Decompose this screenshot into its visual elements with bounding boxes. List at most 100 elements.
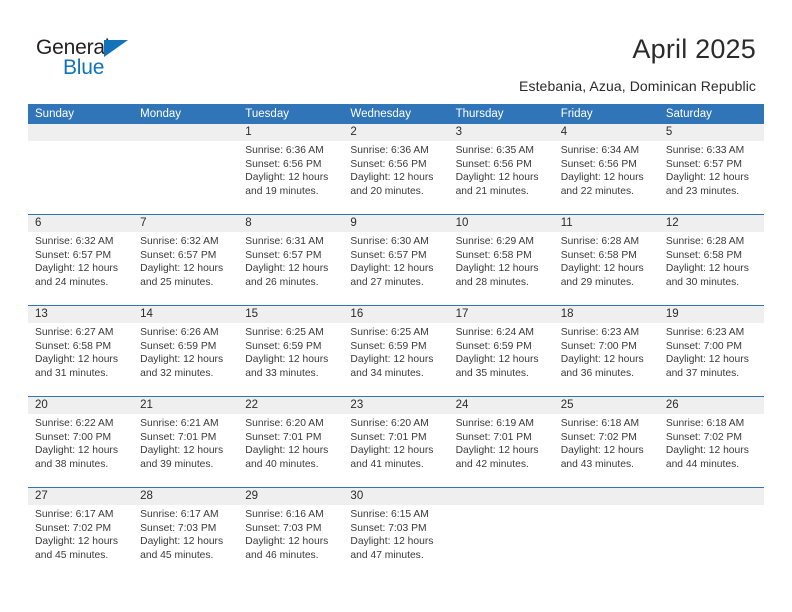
day-cell[interactable]: Sunrise: 6:34 AM Sunset: 6:56 PM Daylight:… [554,141,659,214]
day-cell[interactable]: Sunrise: 6:33 AM Sunset: 6:57 PM Daylight:… [659,141,764,214]
logo-word-blue: Blue [63,56,105,79]
day-number-empty [554,488,659,505]
day-cell[interactable]: Sunrise: 6:18 AM Sunset: 7:02 PM Daylight:… [554,414,659,487]
day-cell[interactable]: Sunrise: 6:36 AM Sunset: 6:56 PM Daylight:… [238,141,343,214]
day-number[interactable]: 16 [343,306,448,323]
day-number[interactable]: 28 [133,488,238,505]
day-number[interactable]: 7 [133,215,238,232]
day-cell[interactable]: Sunrise: 6:28 AM Sunset: 6:58 PM Daylight:… [659,232,764,305]
day-info-line: Daylight: 12 hours [35,354,118,366]
day-cell[interactable]: Sunrise: 6:22 AM Sunset: 7:00 PM Daylight:… [28,414,133,487]
day-number[interactable]: 4 [554,124,659,141]
weekday-header-sunday: Sunday [35,108,75,120]
day-number[interactable]: 11 [554,215,659,232]
day-info-line: and 28 minutes. [455,276,529,288]
day-cell[interactable]: Sunrise: 6:21 AM Sunset: 7:01 PM Daylight:… [133,414,238,487]
day-number[interactable]: 18 [554,306,659,323]
day-info-line: and 39 minutes. [140,458,214,470]
day-cell[interactable]: Sunrise: 6:30 AM Sunset: 6:57 PM Daylight:… [343,232,448,305]
day-number[interactable]: 17 [449,306,554,323]
day-number[interactable]: 23 [343,397,448,414]
day-number[interactable]: 2 [343,124,448,141]
day-info-line: and 42 minutes. [455,458,529,470]
day-cell[interactable]: Sunrise: 6:25 AM Sunset: 6:59 PM Daylight:… [343,323,448,396]
day-cell[interactable]: Sunrise: 6:29 AM Sunset: 6:58 PM Daylight:… [449,232,554,305]
day-cell[interactable]: Sunrise: 6:20 AM Sunset: 7:01 PM Daylight:… [343,414,448,487]
day-number[interactable]: 5 [659,124,764,141]
day-info-line: Sunset: 6:57 PM [245,249,322,261]
day-number[interactable]: 13 [28,306,133,323]
day-number[interactable]: 8 [238,215,343,232]
day-info-line: and 24 minutes. [35,276,109,288]
day-info-line: Daylight: 12 hours [665,445,749,457]
day-info-line: Daylight: 12 hours [350,172,434,184]
day-number[interactable]: 20 [28,397,133,414]
day-info-line: and 25 minutes. [140,276,214,288]
day-info-line: and 30 minutes. [665,276,740,288]
day-info-line: and 43 minutes. [560,458,634,470]
day-info-line: Sunset: 7:00 PM [35,431,112,443]
day-number[interactable]: 14 [133,306,238,323]
day-number[interactable]: 10 [449,215,554,232]
day-info-line: Sunset: 6:56 PM [245,158,322,170]
day-number[interactable]: 15 [238,306,343,323]
day-cell[interactable]: Sunrise: 6:23 AM Sunset: 7:00 PM Daylight:… [659,323,764,396]
day-cell[interactable]: Sunrise: 6:25 AM Sunset: 6:59 PM Daylight:… [238,323,343,396]
day-info-line: and 21 minutes. [455,185,529,197]
day-info-line: Sunset: 7:02 PM [35,522,112,534]
day-number[interactable]: 6 [28,215,133,232]
day-cell[interactable]: Sunrise: 6:36 AM Sunset: 6:56 PM Daylight:… [343,141,448,214]
day-info-line: Sunset: 7:01 PM [245,431,322,443]
day-cell[interactable]: Sunrise: 6:23 AM Sunset: 7:00 PM Daylight:… [554,323,659,396]
page-title: April 2025 [632,34,756,64]
day-info-line: Sunrise: 6:21 AM [140,418,219,429]
day-number[interactable]: 30 [343,488,448,505]
day-cell[interactable]: Sunrise: 6:15 AM Sunset: 7:03 PM Daylight:… [343,505,448,578]
day-number[interactable]: 29 [238,488,343,505]
day-cell[interactable]: Sunrise: 6:19 AM Sunset: 7:01 PM Daylight:… [449,414,554,487]
day-number[interactable]: 12 [659,215,764,232]
day-cell[interactable]: Sunrise: 6:35 AM Sunset: 6:56 PM Daylight:… [449,141,554,214]
day-info-line: Daylight: 12 hours [350,536,434,548]
day-cell[interactable]: Sunrise: 6:32 AM Sunset: 6:57 PM Daylight:… [133,232,238,305]
day-number[interactable]: 21 [133,397,238,414]
day-cell[interactable]: Sunrise: 6:28 AM Sunset: 6:58 PM Daylight:… [554,232,659,305]
day-cell[interactable]: Sunrise: 6:26 AM Sunset: 6:59 PM Daylight:… [133,323,238,396]
general-blue-logo[interactable]: General Blue [36,36,186,84]
day-number[interactable]: 9 [343,215,448,232]
weekday-header-saturday: Saturday [665,108,712,120]
weekday-header-wednesday: Wednesday [350,108,411,120]
day-cell[interactable]: Sunrise: 6:32 AM Sunset: 6:57 PM Daylight:… [28,232,133,305]
day-info-line: Sunset: 6:56 PM [560,158,637,170]
day-info-line: Sunrise: 6:28 AM [665,236,745,247]
calendar-page: General Blue April 2025 Estebania, Azua,… [0,0,792,612]
week-date-band: 6 7 8 9 10 11 12 [28,215,764,232]
day-cell[interactable]: Sunrise: 6:24 AM Sunset: 6:59 PM Daylight:… [449,323,554,396]
day-info-line: Sunrise: 6:23 AM [665,327,745,338]
day-info-line: and 31 minutes. [35,367,109,379]
day-cell[interactable]: Sunrise: 6:16 AM Sunset: 7:03 PM Daylight:… [238,505,343,578]
day-number[interactable]: 27 [28,488,133,505]
day-info-line: Sunrise: 6:33 AM [665,145,745,156]
day-info-line: Sunset: 6:57 PM [35,249,112,261]
day-info-line: and 45 minutes. [35,549,109,561]
day-cell[interactable]: Sunrise: 6:17 AM Sunset: 7:02 PM Daylight:… [28,505,133,578]
day-number[interactable]: 24 [449,397,554,414]
day-number[interactable]: 22 [238,397,343,414]
day-number[interactable]: 3 [449,124,554,141]
day-cell[interactable]: Sunrise: 6:27 AM Sunset: 6:58 PM Daylight:… [28,323,133,396]
day-info-line: Sunset: 7:03 PM [350,522,427,534]
weekday-header-monday: Monday [140,108,182,120]
calendar-week-row: 20 21 22 23 24 25 26 Sunrise: 6:22 AM Sunset: 7:… [28,396,764,487]
day-number[interactable]: 25 [554,397,659,414]
day-cell[interactable]: Sunrise: 6:17 AM Sunset: 7:03 PM Daylight:… [133,505,238,578]
day-info-line: Sunrise: 6:22 AM [35,418,114,429]
day-number[interactable]: 19 [659,306,764,323]
day-cell[interactable]: Sunrise: 6:18 AM Sunset: 7:02 PM Daylight:… [659,414,764,487]
day-number[interactable]: 26 [659,397,764,414]
day-cell[interactable]: Sunrise: 6:31 AM Sunset: 6:57 PM Daylight:… [238,232,343,305]
day-cell[interactable]: Sunrise: 6:20 AM Sunset: 7:01 PM Daylight:… [238,414,343,487]
day-number[interactable]: 1 [238,124,343,141]
day-info-line: Sunset: 7:01 PM [350,431,427,443]
day-info-line: Sunrise: 6:27 AM [35,327,114,338]
